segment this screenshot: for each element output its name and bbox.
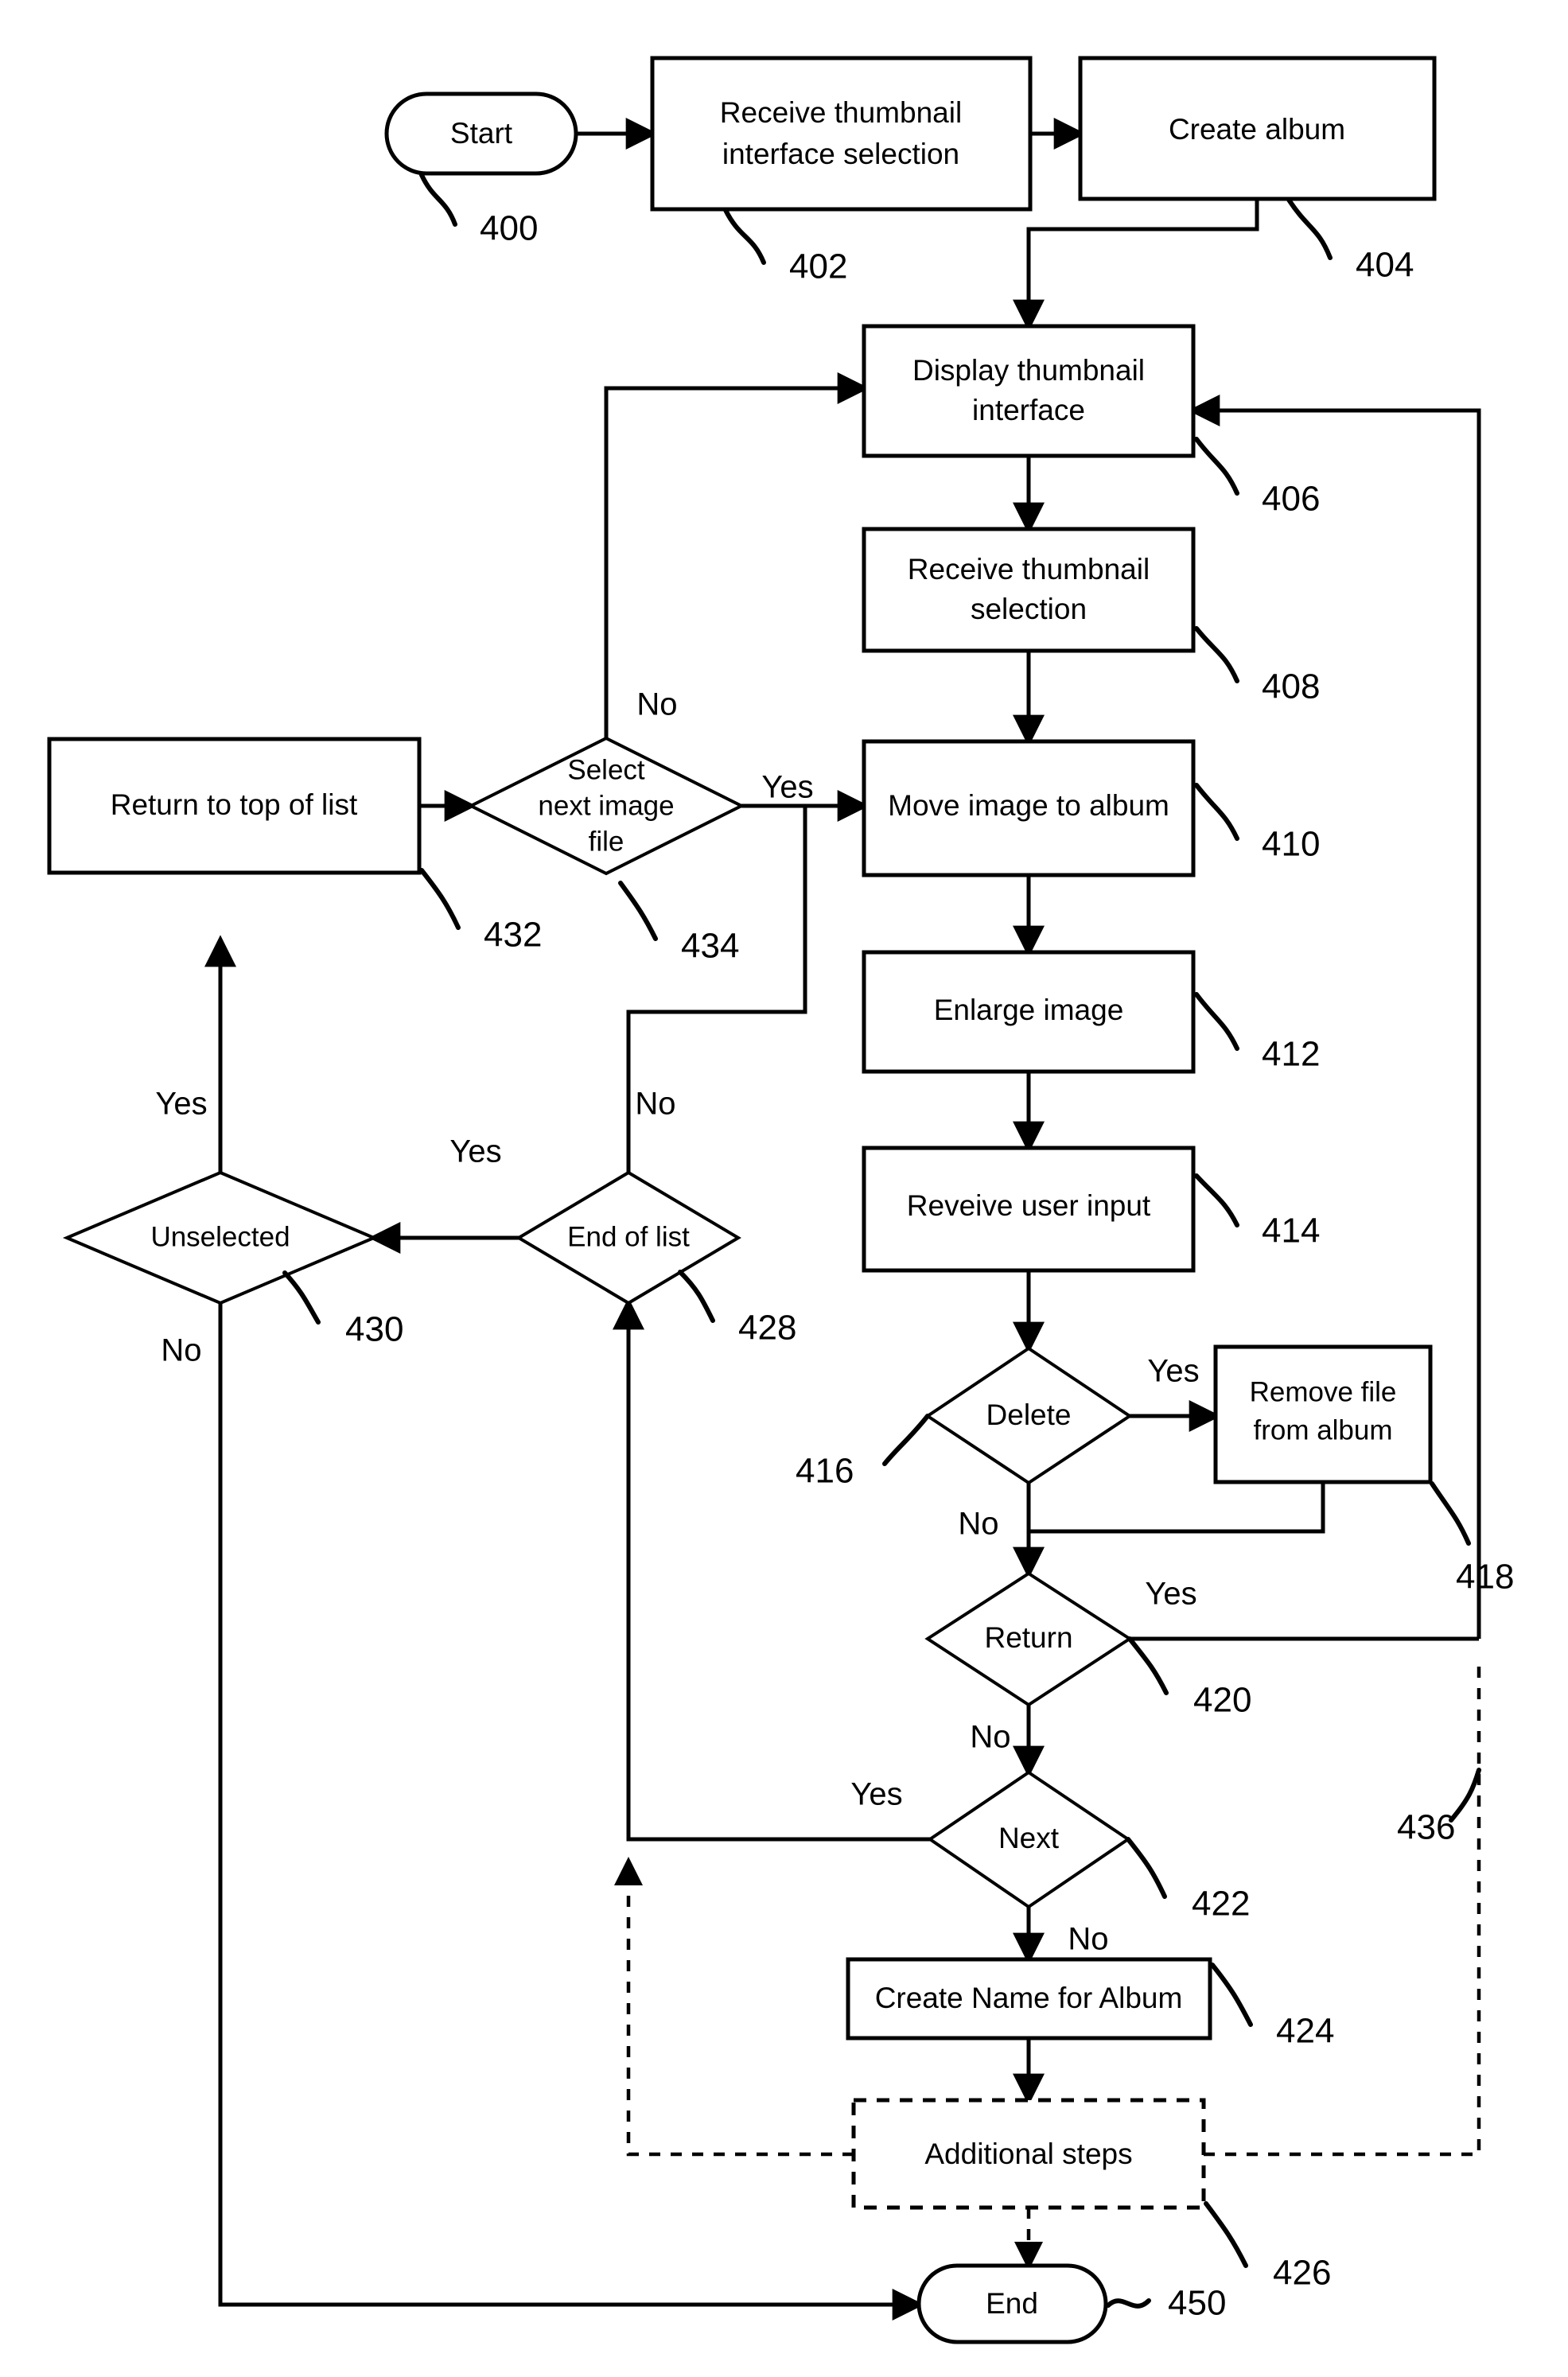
branch-label-428-no: No bbox=[635, 1087, 675, 1122]
node-create-album[interactable]: Create album bbox=[1078, 56, 1437, 201]
ref-408: 408 bbox=[1262, 667, 1320, 706]
node-408-shape bbox=[862, 527, 1196, 653]
node-408-label-line2: selection bbox=[971, 593, 1087, 625]
node-return-to-top-of-list[interactable]: Return to top of list bbox=[47, 737, 422, 875]
branch-label-430-no: No bbox=[161, 1333, 201, 1368]
ref-404: 404 bbox=[1356, 246, 1414, 285]
ref-420: 420 bbox=[1193, 1681, 1251, 1720]
ref-426: 426 bbox=[1273, 2254, 1331, 2293]
ref-450: 450 bbox=[1168, 2284, 1226, 2323]
ref-434: 434 bbox=[681, 927, 739, 966]
ref-422: 422 bbox=[1192, 1885, 1250, 1924]
node-remove-file-from-album[interactable]: Remove file from album bbox=[1213, 1344, 1433, 1484]
node-420-label: Return bbox=[984, 1621, 1072, 1654]
node-enlarge-image[interactable]: Enlarge image bbox=[862, 950, 1196, 1074]
branch-label-430-yes: Yes bbox=[155, 1087, 207, 1122]
node-402-label-line1: Receive thumbnail bbox=[720, 96, 962, 129]
node-display-thumbnail-interface[interactable]: Display thumbnail interface bbox=[862, 324, 1196, 458]
node-412-label: Enlarge image bbox=[934, 994, 1124, 1026]
node-start[interactable]: Start bbox=[384, 91, 578, 176]
ref-414: 414 bbox=[1262, 1212, 1320, 1251]
node-428-label: End of list bbox=[567, 1221, 690, 1252]
node-416-label: Delete bbox=[986, 1399, 1072, 1431]
node-434-label-line3: file bbox=[589, 826, 624, 857]
node-426-label: Additional steps bbox=[924, 2138, 1132, 2170]
start-label: Start bbox=[450, 117, 513, 150]
node-410-label: Move image to album bbox=[888, 789, 1169, 822]
ref-418: 418 bbox=[1456, 1558, 1514, 1597]
node-432-label: Return to top of list bbox=[111, 788, 358, 821]
node-414-label: Reveive user input bbox=[907, 1189, 1151, 1222]
branch-label-428-yes: Yes bbox=[449, 1134, 501, 1169]
node-406-label-line1: Display thumbnail bbox=[912, 354, 1145, 387]
node-418-label-line1: Remove file bbox=[1250, 1376, 1397, 1407]
branch-label-422-yes: Yes bbox=[850, 1777, 902, 1812]
ref-430: 430 bbox=[345, 1310, 403, 1349]
node-406-shape bbox=[862, 324, 1196, 458]
node-408-label-line1: Receive thumbnail bbox=[908, 553, 1150, 585]
node-move-image-to-album[interactable]: Move image to album bbox=[862, 739, 1196, 877]
flowchart-canvas: Start 400 Receive thumbnail interface se… bbox=[0, 0, 1568, 2377]
node-424-label: Create Name for Album bbox=[875, 1982, 1183, 2014]
node-receive-thumbnail-interface-selection[interactable]: Receive thumbnail interface selection bbox=[650, 56, 1033, 212]
branch-label-434-no: No bbox=[636, 687, 677, 722]
end-label: End bbox=[986, 2287, 1038, 2320]
ref-410: 410 bbox=[1262, 825, 1320, 864]
branch-label-416-yes: Yes bbox=[1147, 1354, 1199, 1389]
ref-428: 428 bbox=[738, 1309, 796, 1348]
node-additional-steps[interactable]: Additional steps bbox=[851, 2098, 1206, 2210]
ref-412: 412 bbox=[1262, 1035, 1320, 1074]
ref-416: 416 bbox=[796, 1452, 854, 1491]
node-434-label-line1: Select bbox=[567, 754, 645, 785]
branch-label-420-yes: Yes bbox=[1145, 1577, 1196, 1612]
node-430-label: Unselected bbox=[150, 1221, 290, 1252]
node-end[interactable]: End bbox=[916, 2263, 1108, 2344]
ref-436: 436 bbox=[1397, 1808, 1455, 1847]
branch-label-422-no: No bbox=[1068, 1922, 1108, 1957]
ref-400: 400 bbox=[480, 209, 538, 248]
node-create-name-for-album[interactable]: Create Name for Album bbox=[846, 1957, 1212, 2040]
ref-432: 432 bbox=[484, 916, 542, 955]
ref-424: 424 bbox=[1276, 2012, 1334, 2051]
node-receive-thumbnail-selection[interactable]: Receive thumbnail selection bbox=[862, 527, 1196, 653]
node-418-label-line2: from album bbox=[1253, 1414, 1392, 1445]
node-402-shape bbox=[650, 56, 1033, 212]
flowchart-svg: Start 400 Receive thumbnail interface se… bbox=[0, 0, 1568, 2377]
node-422-label: Next bbox=[998, 1822, 1060, 1854]
node-402-label-line2: interface selection bbox=[722, 138, 959, 170]
ref-402: 402 bbox=[789, 247, 847, 286]
ref-406: 406 bbox=[1262, 480, 1320, 519]
branch-label-420-no: No bbox=[970, 1720, 1010, 1755]
branch-label-416-no: No bbox=[958, 1507, 998, 1542]
node-406-label-line2: interface bbox=[972, 394, 1085, 426]
node-404-label: Create album bbox=[1169, 113, 1345, 146]
node-434-label-line2: next image bbox=[538, 790, 674, 821]
node-reveive-user-input[interactable]: Reveive user input bbox=[862, 1146, 1196, 1273]
branch-label-434-yes: Yes bbox=[761, 770, 813, 805]
